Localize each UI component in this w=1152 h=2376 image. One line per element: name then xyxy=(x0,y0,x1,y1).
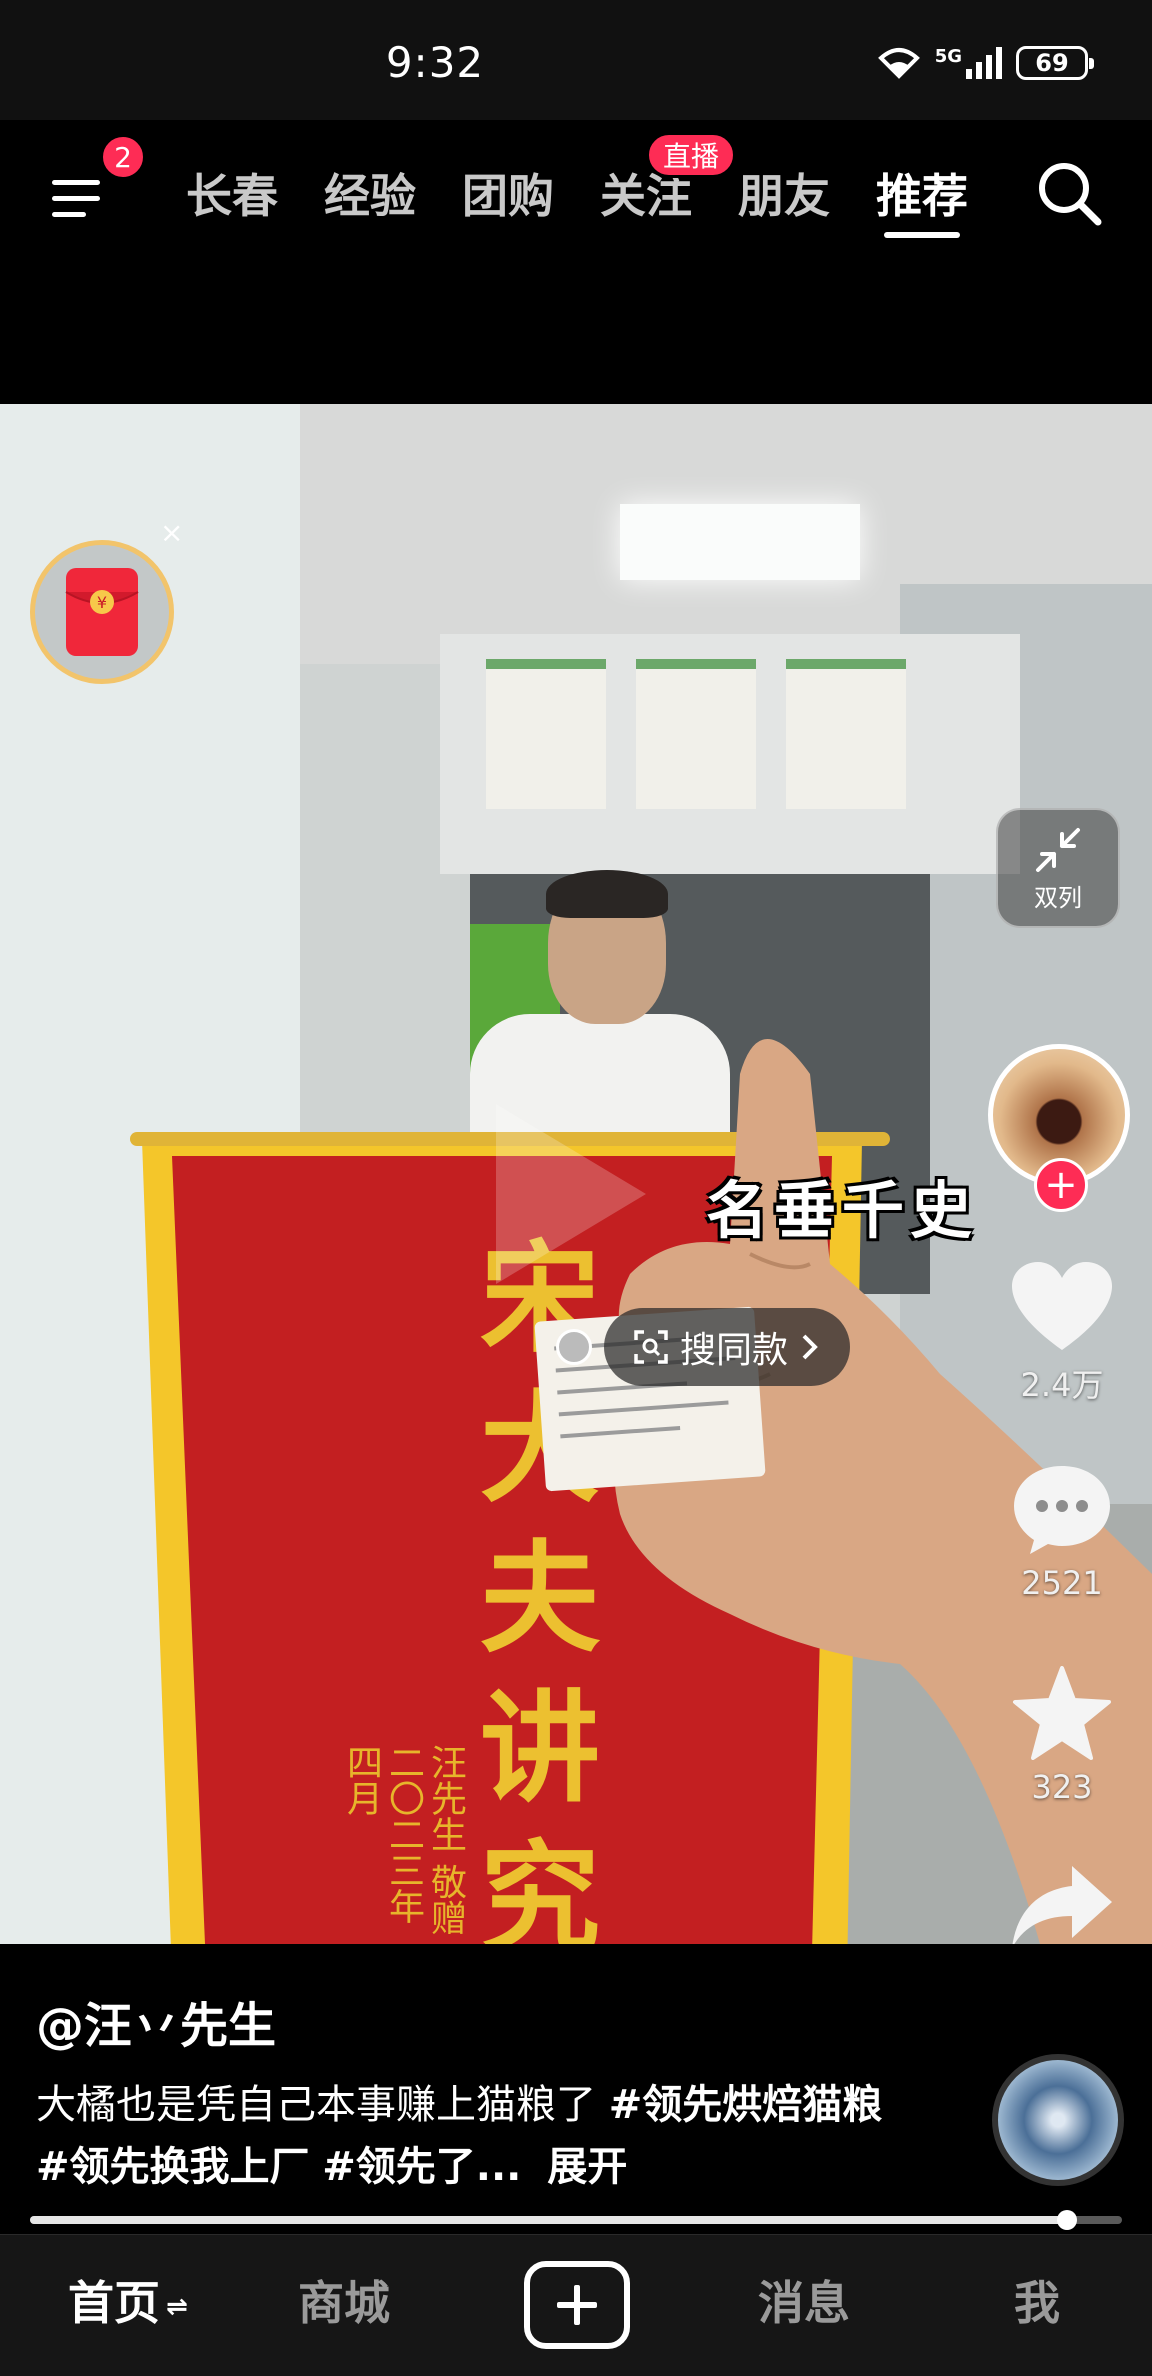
search-icon[interactable] xyxy=(1034,158,1104,228)
tab-me[interactable]: 我 xyxy=(1014,2267,1060,2333)
status-bar: 9:32 5G 69 xyxy=(0,0,1152,120)
close-icon[interactable]: × xyxy=(160,516,183,549)
description-text: 大橘也是凭自己本事赚上猫粮了 xyxy=(36,2082,609,2128)
video-caption: 名垂千史 xyxy=(706,1174,979,1247)
status-time: 9:32 xyxy=(385,38,485,87)
scene-poster xyxy=(486,659,606,809)
red-envelope-icon: ¥ xyxy=(65,568,139,656)
search-same-label: 搜同款 xyxy=(680,1330,789,1371)
heart-icon xyxy=(1012,1262,1112,1350)
search-same-item[interactable]: 搜同款 xyxy=(556,1308,851,1386)
top-nav: 2 长春 经验 团购 关注 直播 朋友 推荐 xyxy=(0,120,1152,286)
tab-recommended[interactable]: 推荐 xyxy=(876,160,968,226)
comment-button[interactable]: 2521 xyxy=(1000,1464,1124,1602)
collapse-arrows-icon xyxy=(1036,827,1080,872)
scan-icon xyxy=(634,1330,668,1364)
comment-icon xyxy=(1014,1466,1110,1554)
menu-icon xyxy=(52,180,100,185)
status-icons: 5G 69 xyxy=(877,45,1094,80)
create-post-button[interactable] xyxy=(524,2261,630,2349)
scene-poster xyxy=(786,659,906,809)
wifi-icon xyxy=(877,48,920,79)
like-button[interactable]: 2.4万 xyxy=(1000,1262,1124,1406)
dual-column-label: 双列 xyxy=(1034,883,1082,912)
menu-icon-line xyxy=(52,212,86,217)
search-same-button[interactable]: 搜同款 xyxy=(604,1308,851,1386)
expand-button[interactable]: 展开 xyxy=(547,2144,627,2190)
video-progress-bar[interactable] xyxy=(30,2210,1122,2230)
music-disc[interactable] xyxy=(992,2054,1124,2186)
network-type: 5G xyxy=(934,45,962,67)
scene-light xyxy=(620,504,860,580)
tab-home[interactable]: 首页 ⇌ xyxy=(68,2267,188,2333)
hashtag[interactable]: #领先烘焙猫粮 xyxy=(609,2082,883,2128)
tab-changchun[interactable]: 长春 xyxy=(186,160,278,226)
person-hair xyxy=(546,870,668,918)
refresh-arrows-icon: ⇌ xyxy=(166,2291,188,2322)
tab-mall[interactable]: 商城 xyxy=(298,2267,390,2333)
like-count: 2.4万 xyxy=(1020,1366,1104,1404)
tab-group-buy[interactable]: 团购 xyxy=(462,160,554,226)
tab-experience[interactable]: 经验 xyxy=(324,160,416,226)
tab-active-indicator xyxy=(884,232,960,238)
battery-level: 69 xyxy=(1035,49,1069,77)
signal-icon xyxy=(966,47,1002,79)
post-description: 大橘也是凭自己本事赚上猫粮了 #领先烘焙猫粮 #领先换我上厂 #领先了... 展开 xyxy=(36,2074,916,2198)
dual-column-button[interactable]: 双列 xyxy=(996,808,1120,928)
video-player[interactable]: 宋大夫讲究 汪先生 敬赠 二〇二三年四月 名垂千史 搜同款 xyxy=(0,404,1152,1944)
plus-icon xyxy=(557,2285,597,2325)
tab-friends[interactable]: 朋友 xyxy=(738,160,830,226)
menu-icon-line xyxy=(52,196,100,201)
tab-home-label: 首页 xyxy=(68,2276,160,2330)
bottom-tab-bar: 首页 ⇌ 商城 消息 我 xyxy=(0,2234,1152,2376)
star-icon xyxy=(1013,1666,1111,1760)
receipt-line xyxy=(560,1425,681,1439)
favorite-button[interactable]: 323 xyxy=(1000,1666,1124,1806)
banner-dedication: 汪先生 敬赠 二〇二三年四月 xyxy=(341,1744,466,1936)
follow-plus-icon[interactable]: + xyxy=(1034,1158,1088,1212)
tab-messages[interactable]: 消息 xyxy=(758,2267,850,2333)
progress-fill xyxy=(30,2216,1068,2224)
red-packet-widget[interactable]: ¥ xyxy=(30,540,174,684)
scene-poster xyxy=(636,659,756,809)
svg-text:¥: ¥ xyxy=(97,593,107,612)
menu-badge: 2 xyxy=(100,134,146,180)
share-icon xyxy=(1012,1866,1112,1948)
live-badge: 直播 xyxy=(646,132,737,178)
anchor-dot-icon xyxy=(556,1329,592,1365)
battery-icon: 69 xyxy=(1016,46,1094,80)
receipt-line xyxy=(558,1400,729,1417)
comment-count: 2521 xyxy=(1021,1564,1103,1602)
play-icon xyxy=(496,1104,646,1284)
chevron-right-icon xyxy=(802,1334,818,1360)
favorite-count: 323 xyxy=(1031,1768,1093,1806)
hashtag[interactable]: #领先换我上厂 xyxy=(36,2144,310,2190)
author-name[interactable]: @汪丷先生 xyxy=(36,1986,276,2056)
menu-button[interactable] xyxy=(46,166,110,230)
hashtag[interactable]: #领先了... xyxy=(322,2144,521,2190)
